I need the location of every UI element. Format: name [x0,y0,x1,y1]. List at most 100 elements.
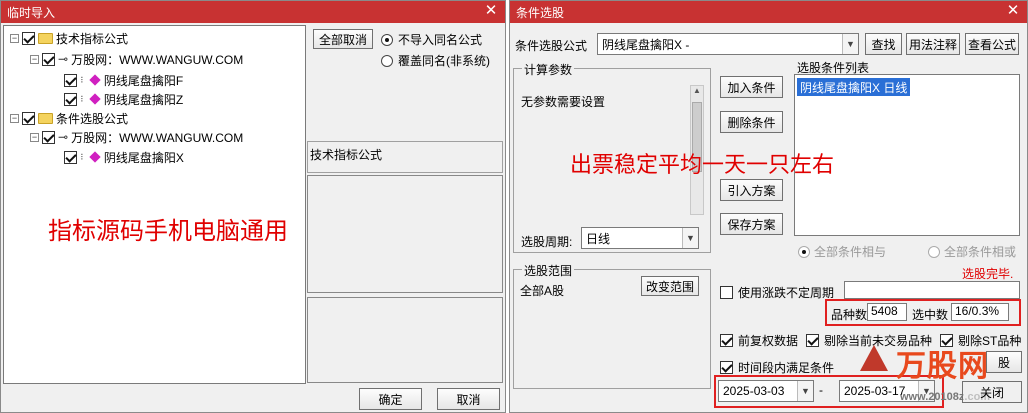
find-button[interactable]: 查找 [865,33,902,55]
count-value: 5408 [867,303,907,321]
collapse-icon[interactable]: − [10,33,19,43]
checkbox-label: 使用涨跌不定周期 [738,286,835,300]
formula-select[interactable]: 阴线尾盘擒阳X - ▼ [597,33,859,55]
folder-icon [38,32,53,44]
radio-label: 全部条件相或 [944,245,1017,259]
tree-item[interactable]: ⠇ 阴线尾盘擒阳X [64,148,184,166]
timeframe-option[interactable]: 时间段内满足条件 [720,359,834,376]
date-separator: - [819,383,823,397]
screener-titlebar[interactable]: 条件选股 ✕ [510,1,1027,23]
deselect-all-button[interactable]: 全部取消 [313,29,373,49]
radio[interactable] [381,54,393,67]
radio-all-or[interactable]: 全部条件相或 [928,243,1016,260]
import-dialog-title: 临时导入 [7,5,56,20]
tree-group-indicator[interactable]: − 技术指标公式 [10,29,128,47]
selected-value: 16/0.3% [951,303,1009,321]
radio-label: 覆盖同名(非系统) [398,54,490,68]
badge-logo-text: 万股网 [896,350,989,383]
status-text: 选股完毕. [962,267,1014,281]
description-pane: 技术指标公式 [307,141,503,173]
variable-period-option[interactable]: 使用涨跌不定周期 [720,284,834,301]
period-select-value: 日线 [586,231,611,246]
chevron-down-icon[interactable]: ▼ [797,381,813,401]
badge-arrow-icon [860,345,888,371]
checkbox[interactable] [720,286,733,299]
import-dialog: 临时导入 ✕ − 技术指标公式 − ⊸ 万股网：WWW.WANGUW.COM ⠇… [0,0,506,413]
forward-adjust-option[interactable]: 前复权数据 [720,332,798,349]
checkbox[interactable] [64,73,77,87]
checkbox[interactable] [64,92,77,106]
tree-label: 万股网：WWW.WANGUW.COM [71,130,244,145]
start-date-picker[interactable]: 2025-03-03 ▼ [718,380,814,402]
formula-tree[interactable]: − 技术指标公式 − ⊸ 万股网：WWW.WANGUW.COM ⠇ 阴线尾盘擒阳… [3,25,306,384]
chevron-down-icon[interactable]: ▼ [842,34,858,54]
tree-label: 技术指标公式 [56,31,129,46]
stock-screener-dialog: 条件选股 ✕ 条件选股公式 阴线尾盘擒阳X - ▼ 查找 用法注释 查看公式 计… [509,0,1028,413]
save-plan-button[interactable]: 保存方案 [720,213,783,235]
chevron-down-icon[interactable]: ▼ [682,228,698,248]
radio-all-and[interactable]: 全部条件相与 [798,243,886,260]
formula-icon [89,74,101,86]
collapse-icon[interactable]: − [30,54,39,64]
tree-label: 条件选股公式 [56,111,129,126]
overlay-caption: 指标源码手机电脑通用 [48,218,288,245]
checkbox[interactable] [720,334,733,347]
radio[interactable] [798,245,810,258]
period-select[interactable]: 日线 ▼ [581,227,699,249]
checkbox[interactable] [42,52,55,66]
formula-select-value: 阴线尾盘擒阳X - [602,37,690,52]
range-group: 选股范围 全部A股 改变范围 [513,262,711,389]
usage-notes-button[interactable]: 用法注释 [906,33,960,55]
count-value-text: 5408 [871,304,898,318]
params-legend: 计算参数 [522,61,575,78]
ok-button[interactable]: 确定 [359,388,422,410]
close-icon[interactable]: ✕ [1005,3,1021,19]
formula-icon [89,151,101,163]
checkbox-label: 前复权数据 [738,334,799,348]
checkbox[interactable] [22,31,35,45]
tree-site-row[interactable]: − ⊸ 万股网：WWW.WANGUW.COM [30,128,243,146]
import-plan-button[interactable]: 引入方案 [720,179,783,201]
tree-group-screener[interactable]: − 条件选股公式 [10,109,128,127]
link-icon: ⠇ [80,152,86,162]
key-icon: ⊸ [58,52,69,66]
view-formula-button[interactable]: 查看公式 [965,33,1019,55]
checkbox[interactable] [42,130,55,144]
selected-value-text: 16/0.3% [955,304,1000,318]
preview-label: 技术指标公式 [310,148,383,162]
tree-label: 阴线尾盘擒阳X [103,150,184,165]
radio-no-import[interactable]: 不导入同名公式 [381,31,482,48]
scroll-up-icon[interactable]: ▲ [691,86,703,100]
screen-stocks-button[interactable]: 股 [986,351,1022,373]
delete-condition-button[interactable]: 删除条件 [720,111,783,133]
close-button[interactable]: 关闭 [962,381,1022,403]
period-label: 选股周期: [521,235,573,249]
tree-item[interactable]: ⠇ 阴线尾盘擒阳Z [64,90,183,108]
radio-label: 不导入同名公式 [398,33,483,47]
list-item-label: 阴线尾盘擒阳X 日线 [800,80,908,95]
checkbox[interactable] [64,150,77,164]
checkbox-label: 时间段内满足条件 [738,361,835,375]
collapse-icon[interactable]: − [10,113,19,123]
change-range-button[interactable]: 改变范围 [641,276,699,296]
checkbox[interactable] [22,111,35,125]
add-condition-button[interactable]: 加入条件 [720,76,783,98]
collapse-icon[interactable]: − [30,132,39,142]
checkbox[interactable] [806,334,819,347]
list-item[interactable]: 阴线尾盘擒阳X 日线 [797,78,911,96]
radio[interactable] [928,245,940,258]
formula-icon [89,93,101,105]
variable-period-input[interactable] [844,281,1020,299]
cancel-button[interactable]: 取消 [437,388,500,410]
radio-overwrite[interactable]: 覆盖同名(非系统) [381,52,490,69]
tree-label: 万股网：WWW.WANGUW.COM [71,52,244,67]
close-icon[interactable]: ✕ [483,3,499,19]
checkbox[interactable] [720,361,733,374]
radio[interactable] [381,33,393,46]
tree-site-row[interactable]: − ⊸ 万股网：WWW.WANGUW.COM [30,50,243,68]
key-icon: ⊸ [58,130,69,144]
import-dialog-titlebar[interactable]: 临时导入 ✕ [1,1,505,23]
overlay-caption: 出票稳定平均一天一只左右 [570,152,835,177]
selected-label: 选中数 [912,308,949,322]
tree-item[interactable]: ⠇ 阴线尾盘擒阳F [64,71,183,89]
